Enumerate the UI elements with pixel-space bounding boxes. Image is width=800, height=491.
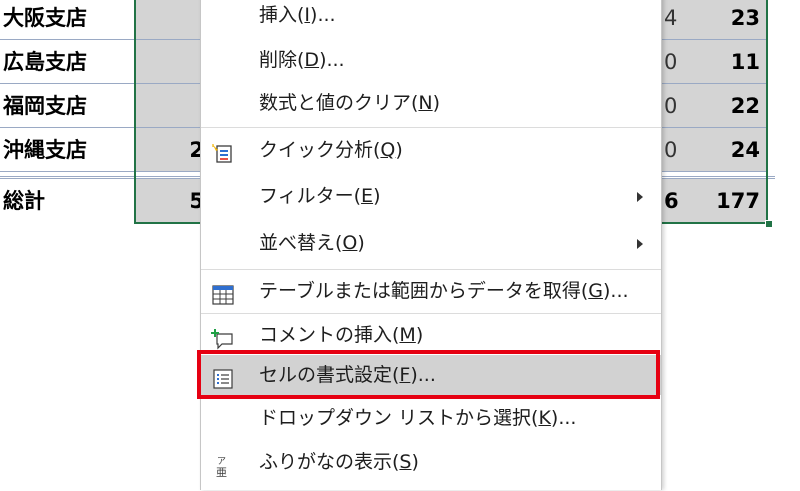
highlight-annotation-box	[197, 350, 660, 399]
quick-analysis-icon	[211, 139, 235, 163]
menu-separator	[201, 313, 661, 314]
total-label-cell[interactable]: 総計	[0, 179, 136, 223]
menu-item-quick-analysis[interactable]: クイック分析(Q)	[201, 130, 661, 170]
menu-item-show-furigana[interactable]: ア 亜 ふりがなの表示(S)	[201, 442, 661, 482]
branch-name-cell[interactable]: 広島支店	[0, 40, 136, 84]
menu-item-sort[interactable]: 並べ替え(O)	[201, 223, 661, 263]
branch-name-cell[interactable]: 福岡支店	[0, 84, 136, 128]
submenu-arrow-icon	[637, 239, 643, 249]
menu-item-clear-contents[interactable]: 数式と値のクリア(N)	[201, 83, 661, 123]
menu-item-get-data-from-table[interactable]: テーブルまたは範囲からデータを取得(G)...	[201, 271, 661, 311]
menu-item-pick-from-dropdown[interactable]: ドロップダウン リストから選択(K)...	[201, 398, 661, 438]
table-range-icon	[211, 280, 235, 305]
submenu-arrow-icon	[637, 192, 643, 202]
svg-text:亜: 亜	[216, 466, 227, 477]
branch-name-cell[interactable]: 沖縄支店	[0, 128, 136, 172]
new-comment-icon	[211, 324, 235, 350]
menu-item-insert-comment[interactable]: コメントの挿入(M)	[201, 315, 661, 355]
branch-name-cell[interactable]: 大阪支店	[0, 0, 136, 40]
menu-separator	[201, 269, 661, 270]
menu-item-filter[interactable]: フィルター(E)	[201, 176, 661, 216]
fill-handle[interactable]	[765, 220, 773, 228]
menu-item-delete[interactable]: 削除(D)...	[201, 40, 661, 80]
menu-item-insert[interactable]: 挿入(I)...	[201, 0, 661, 35]
menu-separator	[201, 127, 661, 128]
context-menu: 挿入(I)... 削除(D)... 数式と値のクリア(N) クイック分析(Q) …	[200, 0, 662, 490]
